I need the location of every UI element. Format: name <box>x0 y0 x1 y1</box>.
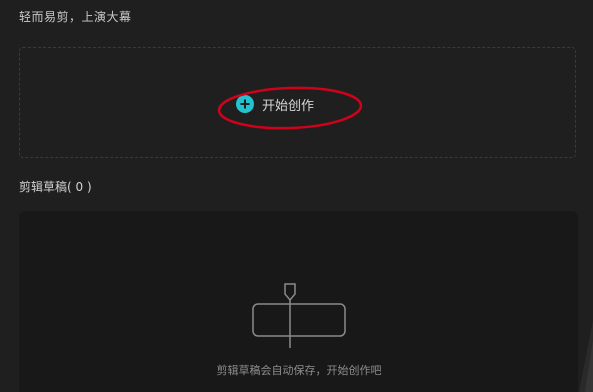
empty-drafts-hint: 剪辑草稿会自动保存，开始创作吧 <box>216 364 382 377</box>
drafts-section-title: 剪辑草稿( 0 ) <box>19 180 92 194</box>
start-creating-button[interactable]: 开始创作 <box>236 94 314 114</box>
timeline-clip-icon <box>252 283 346 348</box>
plus-circle-icon <box>236 95 254 113</box>
home-page: 轻而易剪，上演大幕 开始创作 剪辑草稿( 0 ) 剪辑草稿会自动保存，开始创作吧 <box>0 0 593 392</box>
start-creating-label: 开始创作 <box>262 98 315 114</box>
app-slogan: 轻而易剪，上演大幕 <box>19 10 132 24</box>
